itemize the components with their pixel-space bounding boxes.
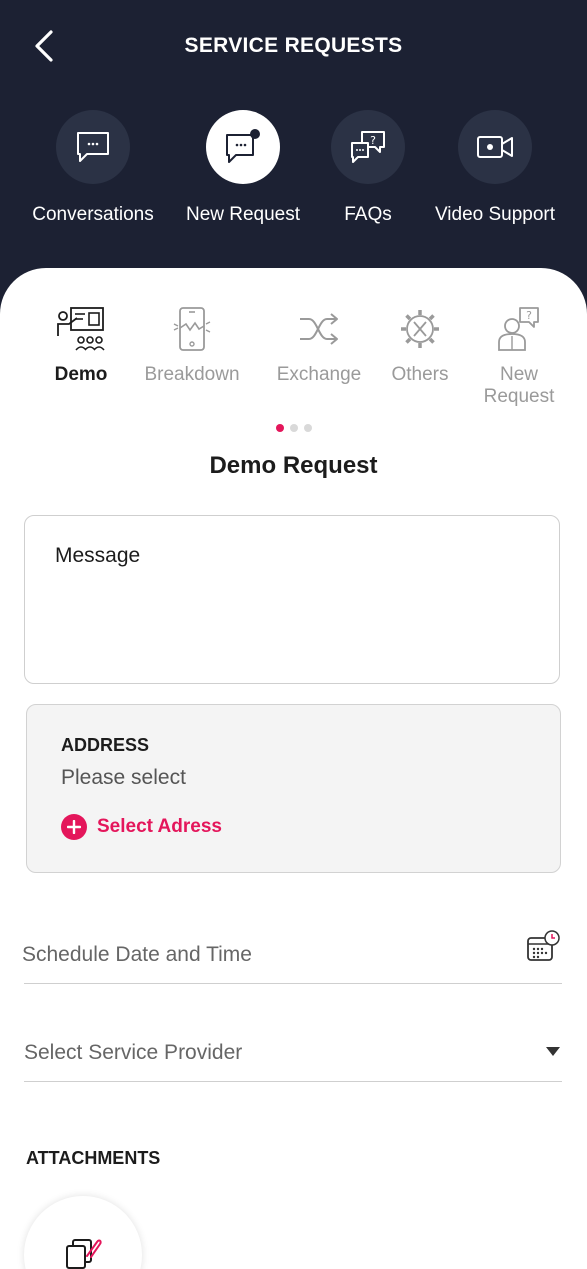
category-label: Exchange xyxy=(276,364,362,385)
message-input[interactable]: Message xyxy=(24,515,560,684)
category-others[interactable]: Others xyxy=(365,304,475,386)
pager-dot[interactable] xyxy=(289,424,298,432)
top-actions: Conversations New Request ? FAQs Video S… xyxy=(0,110,587,240)
chat-bubble-icon xyxy=(77,132,109,162)
person-question-icon: ? xyxy=(464,304,574,354)
schedule-date-time-field[interactable]: Schedule Date and Time xyxy=(22,928,562,984)
gear-tools-icon xyxy=(365,304,475,354)
chat-bubble-badge-icon xyxy=(226,129,260,163)
conversations-circle xyxy=(56,110,130,184)
video-camera-icon xyxy=(477,136,513,158)
top-action-label: Video Support xyxy=(434,204,556,225)
calendar-clock-icon xyxy=(526,930,562,969)
svg-text:?: ? xyxy=(526,309,532,322)
provider-placeholder: Select Service Provider xyxy=(24,1041,243,1064)
plus-icon xyxy=(61,814,87,840)
request-sheet: Demo Breakdown Exchange Others ? New Req… xyxy=(0,268,587,1269)
category-breakdown[interactable]: Breakdown xyxy=(137,304,247,386)
top-action-video-support[interactable]: Video Support xyxy=(420,110,570,226)
faqs-circle: ? xyxy=(331,110,405,184)
category-demo[interactable]: Demo xyxy=(26,304,136,386)
broken-phone-icon xyxy=(137,304,247,354)
presentation-icon xyxy=(26,304,136,354)
attachments-heading: ATTACHMENTS xyxy=(26,1148,161,1168)
category-exchange[interactable]: Exchange xyxy=(264,304,374,386)
faq-bubbles-icon: ? xyxy=(351,131,385,163)
category-label: New Request xyxy=(483,364,555,407)
form-title: Demo Request xyxy=(209,452,378,479)
svg-text:?: ? xyxy=(370,134,376,147)
select-address-label: Select Adress xyxy=(97,816,222,837)
paperclip-copy-icon xyxy=(66,1239,102,1269)
top-action-conversations[interactable]: Conversations xyxy=(18,110,168,226)
address-heading: ADDRESS xyxy=(61,735,150,755)
pager-dots xyxy=(0,424,587,432)
address-card: ADDRESS Please select Select Adress xyxy=(26,704,561,873)
pager-dot[interactable] xyxy=(303,424,312,432)
top-action-label: Conversations xyxy=(32,204,154,225)
add-attachment-button[interactable] xyxy=(24,1196,142,1269)
pager-dot[interactable] xyxy=(275,424,284,432)
caret-down-icon xyxy=(546,1043,560,1061)
category-new-request[interactable]: ? New Request xyxy=(464,304,574,408)
address-placeholder: Please select xyxy=(61,766,186,789)
category-selector: Demo Breakdown Exchange Others ? New Req… xyxy=(0,304,587,414)
message-placeholder: Message xyxy=(55,544,141,567)
video-support-circle xyxy=(458,110,532,184)
select-address-button[interactable]: Select Adress xyxy=(61,814,526,840)
service-provider-select[interactable]: Select Service Provider xyxy=(24,1026,562,1082)
category-label: Others xyxy=(391,364,449,385)
app-header: SERVICE REQUESTS Conversations New Reque… xyxy=(0,0,587,300)
category-label: Breakdown xyxy=(144,364,240,385)
category-label: Demo xyxy=(54,364,108,385)
schedule-placeholder: Schedule Date and Time xyxy=(22,943,252,966)
shuffle-icon xyxy=(264,304,374,354)
page-title: SERVICE REQUESTS xyxy=(184,34,403,57)
new-request-circle xyxy=(206,110,280,184)
